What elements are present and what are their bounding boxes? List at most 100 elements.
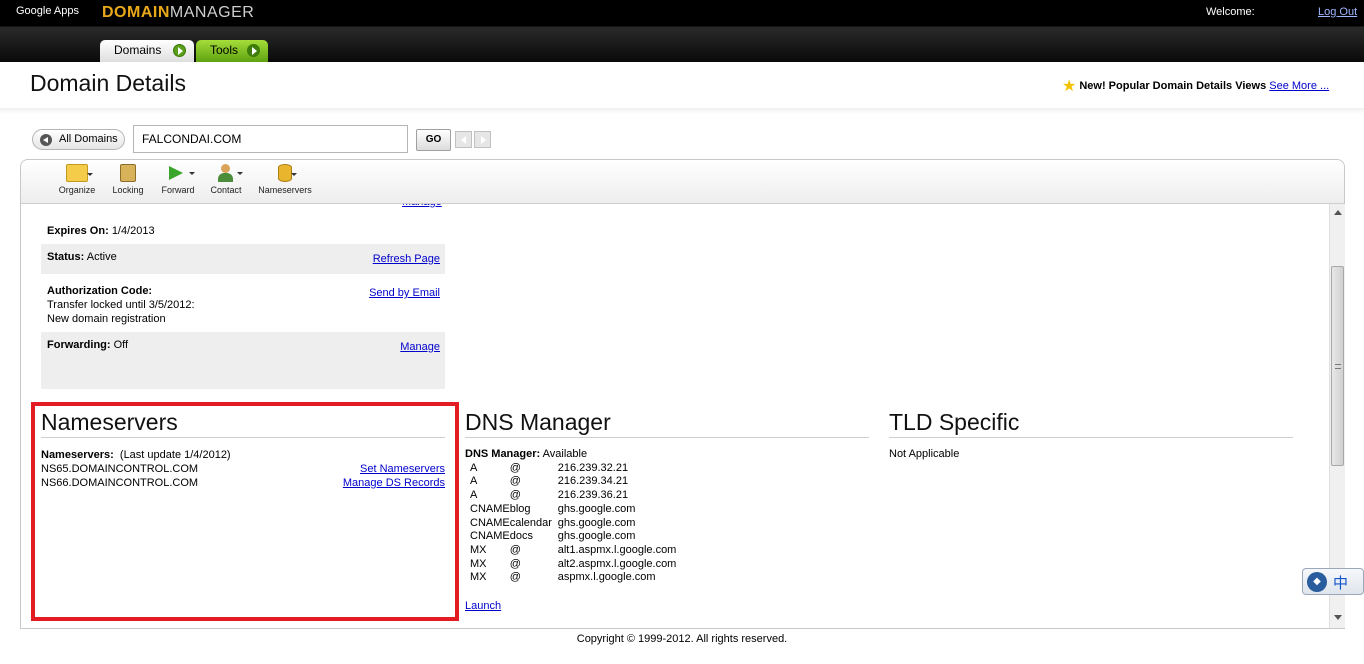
dns-record-row: MX @ aspmx.l.google.com xyxy=(469,571,676,585)
dns-manager-divider xyxy=(465,437,869,438)
dns-record-host: @ xyxy=(509,489,521,502)
go-button[interactable]: GO xyxy=(416,129,451,151)
next-domain-button[interactable] xyxy=(474,131,491,148)
dns-record-row: MX @ alt1.aspmx.l.google.com xyxy=(469,544,676,558)
heading-separator xyxy=(0,108,1364,114)
play-arrow-icon xyxy=(247,44,260,57)
forward-label: Forward xyxy=(161,185,195,195)
dns-record-host: calendar xyxy=(509,516,552,529)
status-label: Status: xyxy=(47,251,85,263)
dns-record-type: A xyxy=(470,475,478,488)
welcome-text: Welcome: xyxy=(1206,6,1255,18)
dns-record-row: CNAME calendar ghs.google.com xyxy=(469,517,676,531)
status-row: Status: Active Refresh Page xyxy=(41,244,445,274)
authorization-line-1: Transfer locked until 3/5/2012: xyxy=(47,299,195,311)
dns-record-type: CNAME xyxy=(470,516,510,529)
locking-label: Locking xyxy=(112,185,144,195)
manage-link-partial[interactable]: Manage xyxy=(402,204,442,208)
nameservers-tool[interactable]: Nameservers xyxy=(255,164,315,195)
domain-details-panel: Organize Locking Forward Contact Nameser… xyxy=(20,159,1345,629)
dns-record-type: MX xyxy=(470,543,487,556)
dns-record-type: MX xyxy=(470,557,487,570)
ime-language-bar[interactable]: ◆ 中 xyxy=(1302,568,1364,595)
dns-record-value: ghs.google.com xyxy=(557,502,636,515)
send-by-email-link[interactable]: Send by Email xyxy=(369,286,440,300)
dns-manager-block: DNS Manager: Available A @216.239.32.21 A @… xyxy=(465,448,865,585)
dns-manager-heading: DNS Manager xyxy=(465,409,611,435)
star-icon: ★ xyxy=(1062,78,1077,95)
dns-record-value: 216.239.34.21 xyxy=(557,475,629,488)
tab-tools-label: Tools xyxy=(210,43,239,57)
authorization-label: Authorization Code: xyxy=(47,285,153,297)
domain-search-input[interactable] xyxy=(133,125,408,153)
logout-link[interactable]: Log Out xyxy=(1318,6,1357,18)
expires-label: Expires On: xyxy=(47,225,109,237)
ime-logo-icon: ◆ xyxy=(1307,572,1327,592)
authorization-line-2: New domain registration xyxy=(47,313,166,325)
dns-record-value: alt1.aspmx.l.google.com xyxy=(557,543,677,556)
forward-tool[interactable]: Forward xyxy=(158,164,198,195)
dns-record-row: CNAME blog ghs.google.com xyxy=(469,503,676,517)
dns-record-value: 216.239.32.21 xyxy=(557,461,629,474)
promo-banner: ★ New! Popular Domain Details Views See M… xyxy=(1062,76,1329,96)
dns-record-host: @ xyxy=(509,557,521,570)
vertical-scrollbar[interactable] xyxy=(1329,204,1345,628)
forwarding-value: Off xyxy=(113,339,129,351)
promo-text: New! Popular Domain Details Views xyxy=(1079,80,1267,92)
forwarding-manage-link[interactable]: Manage xyxy=(400,340,440,354)
refresh-page-link[interactable]: Refresh Page xyxy=(373,252,440,266)
tab-tools[interactable]: Tools xyxy=(196,40,268,62)
dns-record-row: A @216.239.36.21 xyxy=(469,489,676,503)
dns-record-value: 216.239.36.21 xyxy=(557,489,629,502)
all-domains-button[interactable]: All Domains xyxy=(32,129,125,150)
google-apps-label: Google Apps xyxy=(16,5,79,17)
dns-record-host: @ xyxy=(509,475,521,488)
dns-record-row: MX @ alt2.aspmx.l.google.com xyxy=(469,558,676,572)
details-scroll-area: Manage Expires On: 1/4/2013 Status: Acti… xyxy=(21,204,1328,628)
dns-record-value: ghs.google.com xyxy=(557,530,636,543)
dns-record-row: A @216.239.34.21 xyxy=(469,475,676,489)
previous-domain-button[interactable] xyxy=(455,131,472,148)
dns-launch-link[interactable]: Launch xyxy=(465,600,501,612)
see-more-link[interactable]: See More ... xyxy=(1269,80,1329,92)
scroll-down-arrow-icon[interactable] xyxy=(1334,615,1342,620)
dns-record-value: alt2.aspmx.l.google.com xyxy=(557,557,677,570)
tld-specific-divider xyxy=(889,437,1293,438)
tab-domains-label: Domains xyxy=(114,43,162,57)
highlight-box xyxy=(31,402,459,621)
play-arrow-icon xyxy=(173,44,186,57)
dns-record-value: ghs.google.com xyxy=(557,516,636,529)
scroll-up-arrow-icon[interactable] xyxy=(1334,210,1342,215)
domain-toolbar: Organize Locking Forward Contact Nameser… xyxy=(21,160,1344,204)
dns-record-row: A @216.239.32.21 xyxy=(469,462,676,476)
copyright-footer: Copyright © 1999-2012. All rights reserv… xyxy=(576,633,788,645)
contact-tool[interactable]: Contact xyxy=(207,164,245,195)
dns-record-host: @ xyxy=(509,461,521,474)
forwarding-label: Forwarding: xyxy=(47,339,111,351)
forwarding-row: Forwarding: Off Manage xyxy=(41,332,445,389)
locking-tool[interactable]: Locking xyxy=(109,164,147,195)
top-bar: Google Apps DOMAINMANAGER Welcome: Log O… xyxy=(0,0,1364,62)
database-icon xyxy=(278,164,297,182)
tld-specific-heading: TLD Specific xyxy=(889,409,1020,435)
tab-domains[interactable]: Domains xyxy=(100,40,194,62)
authorization-row: Authorization Code: Transfer locked unti… xyxy=(41,278,445,334)
dns-record-value: aspmx.l.google.com xyxy=(557,571,656,584)
tld-specific-value: Not Applicable xyxy=(889,448,960,460)
dns-record-host: @ xyxy=(509,571,521,584)
ime-chinese-mode[interactable]: 中 xyxy=(1333,572,1348,593)
dns-record-host: @ xyxy=(509,543,521,556)
dns-record-row: CNAME docs ghs.google.com xyxy=(469,530,676,544)
organize-tool[interactable]: Organize xyxy=(57,164,97,195)
dns-record-host: blog xyxy=(509,502,531,515)
contact-label: Contact xyxy=(210,185,242,195)
dns-records-table: A @216.239.32.21 A @216.239.34.21 A @216.239.… xyxy=(469,462,676,585)
dns-record-type: CNAME xyxy=(470,530,510,543)
expires-row: Expires On: 1/4/2013 xyxy=(41,218,445,244)
scrollbar-thumb[interactable] xyxy=(1331,266,1344,466)
dns-record-type: MX xyxy=(470,571,487,584)
organize-label: Organize xyxy=(58,185,96,195)
dns-record-host: docs xyxy=(509,530,533,543)
dns-record-type: A xyxy=(470,461,478,474)
domain-manager-logo: DOMAINMANAGER xyxy=(102,4,255,21)
